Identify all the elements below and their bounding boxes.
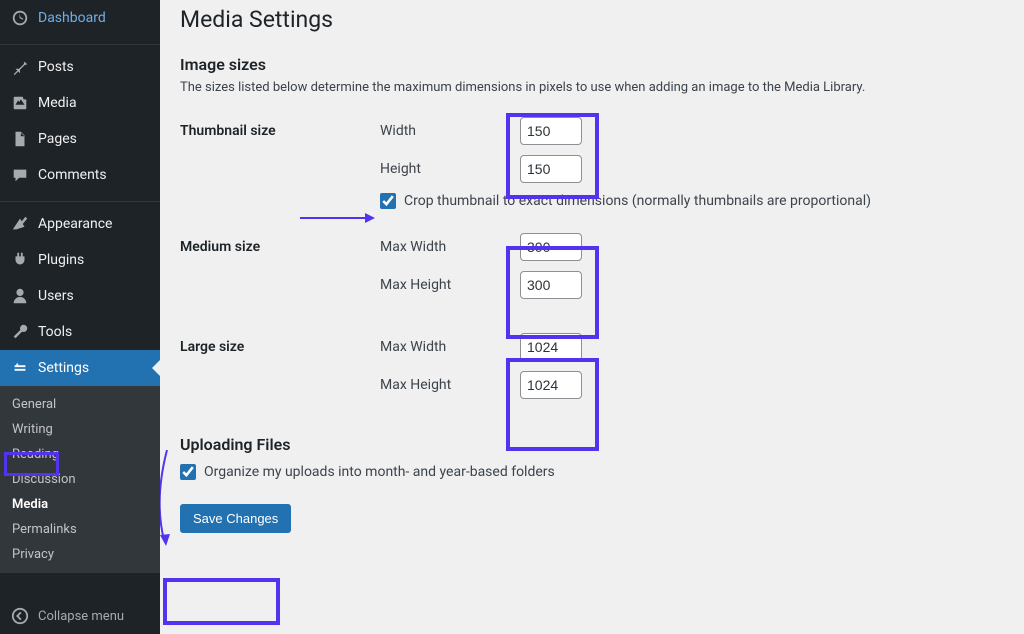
medium-row-label: Medium size xyxy=(180,221,380,321)
annotation-arrow xyxy=(160,450,182,550)
menu-label: Users xyxy=(38,288,152,304)
appearance-icon xyxy=(10,214,30,234)
save-changes-button[interactable]: Save Changes xyxy=(180,504,291,533)
menu-comments[interactable]: Comments xyxy=(0,157,160,193)
menu-label: Settings xyxy=(38,360,152,376)
menu-tools[interactable]: Tools xyxy=(0,314,160,350)
collapse-icon xyxy=(10,606,30,626)
large-width-input[interactable] xyxy=(520,333,582,361)
medium-height-input[interactable] xyxy=(520,271,582,299)
menu-label: Posts xyxy=(38,59,152,75)
menu-appearance[interactable]: Appearance xyxy=(0,206,160,242)
organize-uploads-checkbox[interactable] xyxy=(180,464,196,480)
menu-pages[interactable]: Pages xyxy=(0,121,160,157)
dashboard-icon xyxy=(10,8,30,28)
main-content: Media Settings Image sizes The sizes lis… xyxy=(160,0,1024,634)
menu-posts[interactable]: Posts xyxy=(0,49,160,85)
menu-settings[interactable]: Settings xyxy=(0,350,160,386)
thumbnail-width-input[interactable] xyxy=(520,117,582,145)
menu-label: Plugins xyxy=(38,252,152,268)
submenu-general[interactable]: General xyxy=(0,392,160,417)
menu-label: Pages xyxy=(38,131,152,147)
menu-label: Appearance xyxy=(38,216,152,232)
menu-plugins[interactable]: Plugins xyxy=(0,242,160,278)
thumbnail-height-input[interactable] xyxy=(520,155,582,183)
submenu-reading[interactable]: Reading xyxy=(0,442,160,467)
submenu-writing[interactable]: Writing xyxy=(0,417,160,442)
thumbnail-row-label: Thumbnail size xyxy=(180,105,380,221)
crop-thumbnail-label: Crop thumbnail to exact dimensions (norm… xyxy=(404,193,871,209)
collapse-menu[interactable]: Collapse menu xyxy=(0,598,160,634)
collapse-label: Collapse menu xyxy=(38,609,124,624)
medium-width-label: Max Width xyxy=(380,239,520,255)
submenu-privacy[interactable]: Privacy xyxy=(0,542,160,567)
pin-icon xyxy=(10,57,30,77)
large-width-label: Max Width xyxy=(380,339,520,355)
pages-icon xyxy=(10,129,30,149)
menu-label: Dashboard xyxy=(38,10,152,26)
large-row-label: Large size xyxy=(180,321,380,421)
large-height-label: Max Height xyxy=(380,377,520,393)
submenu-permalinks[interactable]: Permalinks xyxy=(0,517,160,542)
menu-users[interactable]: Users xyxy=(0,278,160,314)
image-sizes-heading: Image sizes xyxy=(180,55,1004,74)
submenu-discussion[interactable]: Discussion xyxy=(0,467,160,492)
organize-uploads-label: Organize my uploads into month- and year… xyxy=(204,464,555,480)
plugins-icon xyxy=(10,250,30,270)
medium-height-label: Max Height xyxy=(380,277,520,293)
medium-width-input[interactable] xyxy=(520,233,582,261)
menu-label: Comments xyxy=(38,167,152,183)
crop-thumbnail-checkbox[interactable] xyxy=(380,193,396,209)
menu-dashboard[interactable]: Dashboard xyxy=(0,0,160,36)
thumbnail-height-label: Height xyxy=(380,161,520,177)
comments-icon xyxy=(10,165,30,185)
uploading-heading: Uploading Files xyxy=(180,435,1004,454)
page-title: Media Settings xyxy=(180,0,1004,41)
large-height-input[interactable] xyxy=(520,371,582,399)
settings-submenu: General Writing Reading Discussion Media… xyxy=(0,386,160,573)
menu-separator xyxy=(0,40,160,45)
submenu-media[interactable]: Media xyxy=(0,492,160,517)
users-icon xyxy=(10,286,30,306)
menu-label: Media xyxy=(38,95,152,111)
media-icon xyxy=(10,93,30,113)
annotation-box xyxy=(163,578,280,625)
settings-table: Thumbnail size Width Height Crop thumbna… xyxy=(180,105,1004,421)
menu-separator xyxy=(0,197,160,202)
settings-icon xyxy=(10,358,30,378)
menu-label: Tools xyxy=(38,324,152,340)
image-sizes-description: The sizes listed below determine the max… xyxy=(180,80,1004,95)
thumbnail-width-label: Width xyxy=(380,123,520,139)
menu-media[interactable]: Media xyxy=(0,85,160,121)
tools-icon xyxy=(10,322,30,342)
admin-sidebar: Dashboard Posts Media Pages Comments App… xyxy=(0,0,160,634)
